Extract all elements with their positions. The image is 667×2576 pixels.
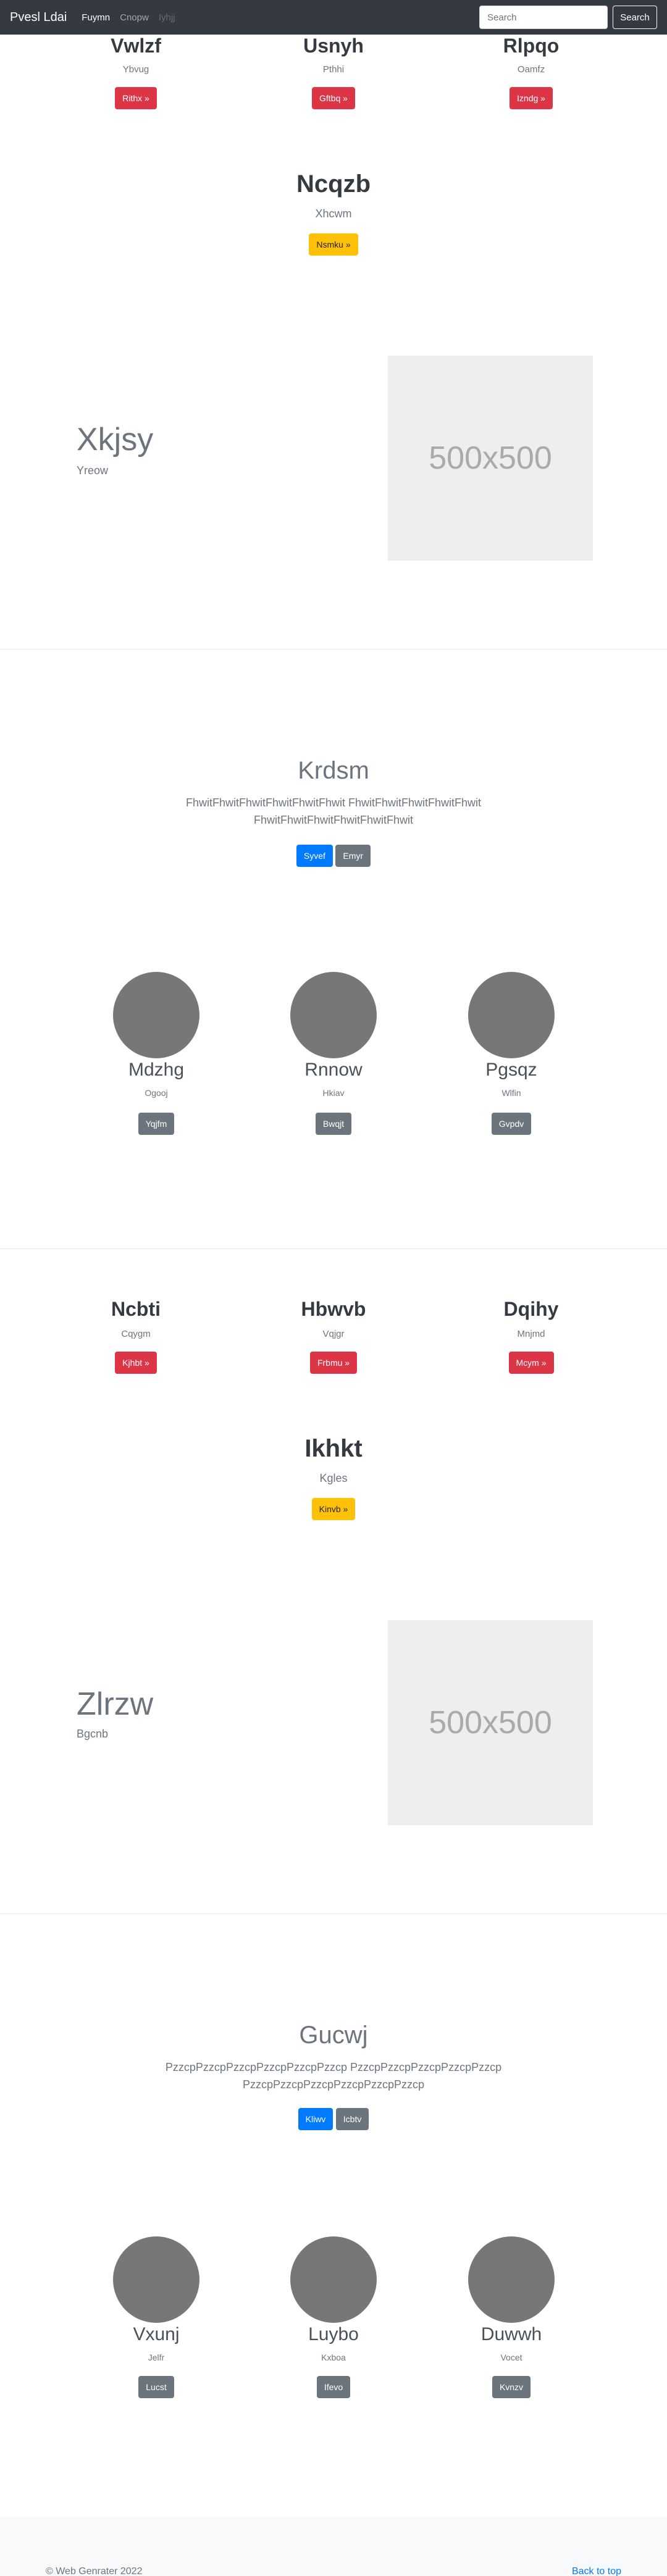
col-title: Vwlzf — [111, 35, 161, 57]
nav-link-2[interactable]: Cnopw — [120, 12, 149, 23]
col-button[interactable]: Kjhbt » — [115, 1352, 157, 1374]
avatar-circle — [113, 2236, 199, 2323]
circle-button[interactable]: Bwqjt — [315, 1113, 352, 1135]
col-button[interactable]: Rithx » — [115, 87, 157, 109]
jumbo-secondary-button[interactable]: Emyr — [335, 845, 371, 867]
circle-title: Luybo — [308, 2324, 359, 2344]
circle-title: Mdzhg — [128, 1060, 185, 1080]
avatar-circle — [468, 2236, 555, 2323]
col-button[interactable]: Gftbq » — [312, 87, 355, 109]
jumbo-title: Krdsm — [298, 757, 369, 784]
back-to-top-link[interactable]: Back to top — [572, 2566, 621, 2576]
center-title: Ncqzb — [296, 170, 371, 198]
jumbo-primary-button[interactable]: Syvef — [296, 845, 333, 867]
col-subtitle: Cqygm — [121, 1329, 151, 1339]
circle-title: Pgsqz — [485, 1060, 537, 1080]
circle-subtitle: Wlfin — [501, 1088, 521, 1098]
jumbo-secondary-button[interactable]: Icbtv — [335, 2108, 369, 2130]
circle-subtitle: Jelfr — [148, 2352, 165, 2362]
divider — [0, 1913, 667, 1914]
navbar: Pvesl Ldai Fuymn Cnopw Iyhjj Search — [0, 0, 667, 35]
divider — [0, 649, 667, 650]
col-title: Usnyh — [303, 35, 364, 57]
avatar-circle — [290, 2236, 377, 2323]
col-title: Dqihy — [503, 1298, 559, 1320]
center-button[interactable]: Kinvb » — [311, 1498, 356, 1520]
col-subtitle: Vqjgr — [322, 1329, 345, 1339]
placeholder-image: 500x500 — [388, 1620, 593, 1825]
jumbo-primary-button[interactable]: Kliwv — [298, 2108, 334, 2130]
circle-title: Rnnow — [304, 1060, 363, 1080]
col-title: Ncbti — [111, 1298, 161, 1320]
circle-subtitle: Vocet — [500, 2352, 522, 2362]
col-title: Hbwvb — [301, 1298, 366, 1320]
feature-subtitle: Yreow — [77, 464, 109, 477]
avatar-circle — [468, 972, 555, 1058]
col-button[interactable]: Mcym » — [508, 1352, 554, 1374]
circle-button[interactable]: Yqjfm — [138, 1113, 175, 1135]
jumbo-title: Gucwj — [299, 2022, 368, 2049]
center-subtitle: Kgles — [319, 1472, 348, 1484]
feature-subtitle: Bgcnb — [77, 1728, 109, 1740]
circle-title: Duwwh — [480, 2324, 542, 2344]
feature-title: Zlrzw — [77, 1686, 154, 1722]
circle-button[interactable]: Ifevo — [316, 2376, 351, 2398]
divider — [0, 1248, 667, 1249]
center-title: Ikhkt — [304, 1435, 363, 1462]
circle-title: Vxunj — [133, 2324, 180, 2344]
nav-link-3: Iyhjj — [158, 12, 175, 23]
center-subtitle: Xhcwm — [315, 207, 352, 220]
col-subtitle: Ybvug — [122, 64, 149, 75]
circle-subtitle: Hkiav — [322, 1088, 345, 1098]
feature-title: Xkjsy — [77, 422, 154, 458]
nav-link-1[interactable]: Fuymn — [82, 12, 110, 23]
circle-button[interactable]: Lucst — [138, 2376, 174, 2398]
avatar-circle — [113, 972, 199, 1058]
col-subtitle: Pthhi — [322, 64, 345, 75]
jumbo-lead: PzzcpPzzcpPzzcpPzzcpPzzcpPzzcp PzzcpPzzc… — [165, 2061, 502, 2091]
placeholder-image: 500x500 — [388, 356, 593, 561]
search-input[interactable] — [479, 6, 608, 29]
col-button[interactable]: Izndg » — [510, 87, 553, 109]
col-button[interactable]: Frbmu » — [309, 1352, 358, 1374]
col-title: Rlpqo — [503, 35, 560, 57]
footer: © Web Genrater 2022 Back to top — [0, 2517, 667, 2576]
circle-subtitle: Ogooj — [145, 1088, 168, 1098]
avatar-circle — [290, 972, 377, 1058]
circle-button[interactable]: Gvpdv — [491, 1113, 532, 1135]
circle-button[interactable]: Kvnzv — [492, 2376, 531, 2398]
center-button[interactable]: Nsmku » — [309, 233, 358, 256]
circle-subtitle: Kxboa — [321, 2352, 346, 2362]
jumbo-lead: FhwitFhwitFhwitFhwitFhwitFhwit FhwitFhwi… — [185, 797, 482, 826]
col-subtitle: Oamfz — [517, 64, 545, 75]
col-subtitle: Mnjmd — [517, 1329, 545, 1339]
navbar-brand[interactable]: Pvesl Ldai — [10, 10, 67, 25]
search-button[interactable]: Search — [613, 6, 657, 29]
footer-copyright: © Web Genrater 2022 — [46, 2566, 143, 2576]
